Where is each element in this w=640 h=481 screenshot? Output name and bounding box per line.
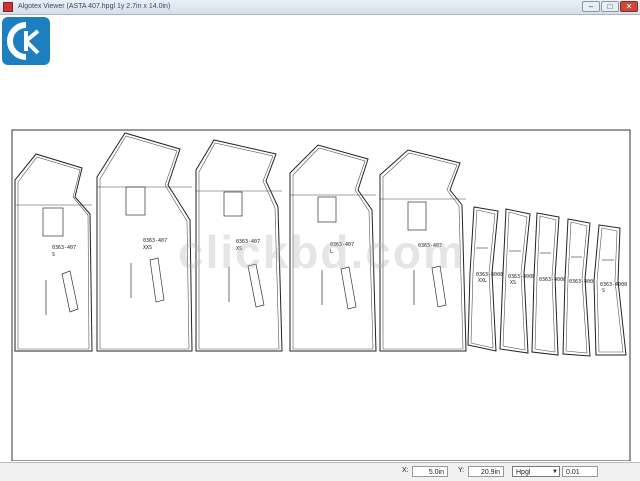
piece-size: XXS [143, 245, 152, 251]
piece-size: S [52, 252, 55, 258]
watermark: clickbd.com [178, 226, 466, 278]
app-icon [3, 2, 13, 12]
pattern-piece[interactable]: 0363-4008 [562, 218, 596, 357]
piece-size: S [602, 288, 605, 294]
chevron-down-icon: ▼ [552, 469, 558, 475]
piece-code: 0363-4008 [569, 279, 596, 285]
clickbd-logo-icon [2, 17, 50, 65]
piece-code: 0363-407 [143, 238, 167, 244]
window-title: Algotex Viewer (ASTA 407.hpgl 1y 2.7in x… [18, 3, 171, 10]
pattern-piece[interactable]: 0363-4008 XS [499, 208, 535, 354]
piece-size: XXL [478, 278, 487, 284]
pattern-piece[interactable]: 0363-4008 S [593, 224, 627, 356]
y-coordinate-field: 20.9in [468, 466, 504, 477]
title-bar: Algotex Viewer (ASTA 407.hpgl 1y 2.7in x… [0, 0, 640, 15]
close-button[interactable]: ✕ [620, 1, 638, 12]
pattern-piece[interactable]: 0363-407 S [14, 153, 93, 352]
pattern-piece[interactable]: 0363-4008 [531, 212, 566, 356]
scale-field[interactable]: 0.01 [562, 466, 598, 477]
status-bar: X: 5.0in Y: 20.9in Hpgl ▼ 0.01 [0, 462, 640, 481]
piece-code: 0363-407 [52, 245, 76, 251]
minimize-button[interactable]: – [582, 1, 600, 12]
maximize-button[interactable]: □ [601, 1, 619, 12]
format-select-value: Hpgl [516, 469, 531, 476]
y-label: Y: [458, 467, 465, 474]
x-coordinate-field: 5.0in [412, 466, 448, 477]
piece-size: XS [510, 280, 516, 286]
piece-code: 0363-4008 [539, 277, 566, 283]
format-select[interactable]: Hpgl ▼ [512, 466, 560, 477]
drawing-canvas[interactable]: 0363-407 S 0363-407 XXS 0363-407 XS 0363… [0, 15, 640, 461]
x-label: X: [402, 467, 409, 474]
pattern-piece[interactable]: 0363-4008 XXL [467, 206, 503, 352]
window-controls: – □ ✕ [582, 1, 638, 12]
